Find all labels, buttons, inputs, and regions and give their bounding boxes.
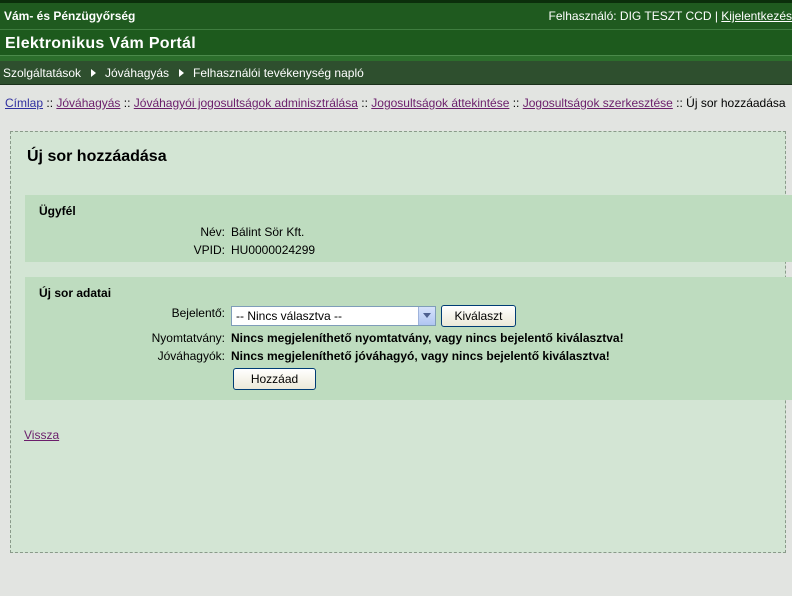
breadcrumb-current: Új sor hozzáadása (686, 96, 786, 110)
user-label: Felhasználó: DIG TESZT CCD | (548, 9, 718, 23)
organization-name: Vám- és Pénzügyőrség (4, 9, 136, 23)
form-label: Nyomtatvány: (151, 331, 225, 345)
chevron-right-icon (91, 69, 96, 77)
reporter-select-value: -- Nincs választva -- (236, 309, 343, 323)
breadcrumb-link-home[interactable]: Címlap (5, 96, 43, 110)
new-row-section: Új sor adatai Bejelentő: -- Nincs válasz… (25, 277, 792, 400)
approvers-value: Nincs megjeleníthető jóváhagyó, vagy nin… (231, 349, 610, 363)
back-link[interactable]: Vissza (24, 428, 59, 442)
breadcrumb-separator: :: (46, 96, 54, 110)
vpid-value: HU0000024299 (231, 243, 316, 257)
form-value: Nincs megjeleníthető nyomtatvány, vagy n… (231, 331, 624, 345)
title-bar: Elektronikus Vám Portál (0, 29, 792, 61)
user-info: Felhasználó: DIG TESZT CCD | Kijelentkez… (549, 9, 792, 23)
breadcrumb-separator: :: (123, 96, 131, 110)
top-bar: Vám- és Pénzügyőrség Felhasználó: DIG TE… (0, 0, 792, 29)
nav-bar: Szolgáltatások Jóváhagyás Felhasználói t… (0, 61, 792, 85)
content-panel: Új sor hozzáadása Ügyfél Név: Bálint Sör… (10, 131, 792, 553)
vpid-label: VPID: (193, 243, 225, 257)
breadcrumb-link-permissions-edit[interactable]: Jogosultságok szerkesztése (523, 96, 673, 110)
breadcrumb-link-permissions-overview[interactable]: Jogosultságok áttekintése (371, 96, 509, 110)
chevron-down-icon[interactable] (418, 307, 435, 325)
logout-link[interactable]: Kijelentkezés (721, 9, 792, 23)
portal-title: Elektronikus Vám Portál (5, 35, 196, 52)
reporter-label: Bejelentő: (171, 306, 225, 320)
breadcrumb-separator: :: (512, 96, 520, 110)
reporter-select[interactable]: -- Nincs választva -- (231, 306, 436, 326)
nav-item-activity-log[interactable]: Felhasználói tevékenység napló (193, 66, 364, 80)
client-section: Ügyfél Név: Bálint Sör Kft. VPID: HU0000… (25, 195, 792, 262)
breadcrumb-separator: :: (361, 96, 368, 110)
breadcrumb-link-approval[interactable]: Jóváhagyás (56, 96, 120, 110)
page-title: Új sor hozzáadása (27, 148, 167, 165)
nav-item-approval[interactable]: Jóváhagyás (105, 66, 169, 80)
chevron-right-icon (179, 69, 184, 77)
name-label: Név: (200, 225, 225, 239)
new-row-section-title: Új sor adatai (39, 286, 112, 300)
select-reporter-button[interactable]: Kiválaszt (441, 305, 516, 327)
add-button[interactable]: Hozzáad (233, 368, 316, 390)
breadcrumb-link-approver-admin[interactable]: Jóváhagyói jogosultságok adminisztrálása (134, 96, 358, 110)
client-section-title: Ügyfél (39, 204, 76, 218)
nav-item-services[interactable]: Szolgáltatások (3, 66, 81, 80)
breadcrumb-separator: :: (676, 96, 683, 110)
approvers-label: Jóváhagyók: (157, 349, 225, 363)
breadcrumb: Címlap :: Jóváhagyás :: Jóváhagyói jogos… (5, 96, 787, 110)
name-value: Bálint Sör Kft. (231, 225, 305, 239)
